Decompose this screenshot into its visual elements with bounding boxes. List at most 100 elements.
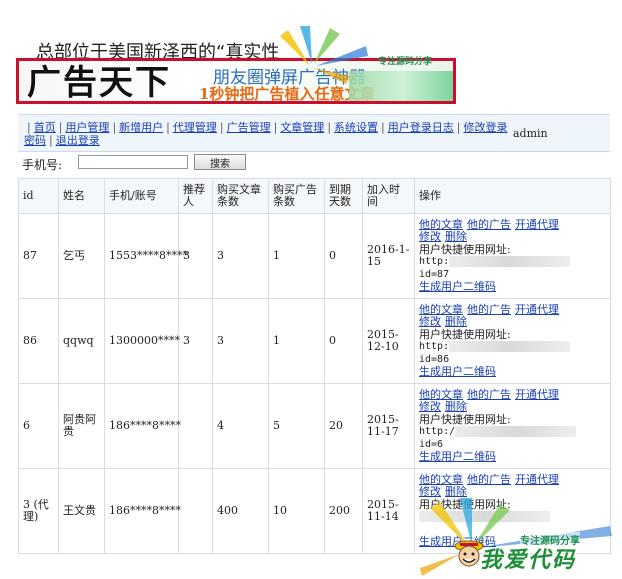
cell-articles: 3 [212,298,269,384]
open-agent-link[interactable]: 开通代理 [515,388,559,401]
nav-sep: | [27,121,31,134]
cell-referrer [178,468,213,554]
cell-id: 86 [18,298,59,384]
cell-days: 0 [324,298,363,384]
watermark-rays-icon [280,26,368,84]
nav-system-settings[interactable]: 系统设置 [334,121,378,134]
table-row: 6 阿贵阿贵 186****8**** 4 5 20 2015-11-17 他的… [18,383,611,469]
cell-days: 0 [324,213,363,299]
cell-articles: 4 [212,383,269,469]
nav-sep: | [456,121,461,134]
his-ads-link[interactable]: 他的广告 [467,473,511,486]
url-id: id=6 [419,438,444,450]
cell-referrer: 3 [178,213,213,299]
nav-sep: | [219,121,224,134]
phone-search-input[interactable] [78,155,188,169]
nav-logout[interactable]: 退出登录 [56,134,100,147]
url-prefix: http: [419,256,450,267]
edit-link[interactable]: 修改 [419,400,441,413]
cell-actions: 他的文章 他的广告 开通代理 修改 删除 用户快捷使用网址: http: id=87 … [414,213,611,299]
delete-link[interactable]: 删除 [445,230,467,243]
cell-days: 20 [324,383,363,469]
nav-agent-management[interactable]: 代理管理 [173,121,217,134]
his-articles-link[interactable]: 他的文章 [419,473,463,486]
nav-sep: | [381,121,385,134]
edit-link[interactable]: 修改 [419,230,441,243]
shortcut-url-label: 用户快捷使用网址: [419,242,511,256]
table-row: 87 乞丐 1553****8**** 3 3 1 0 2016-1-15 他的… [18,213,611,299]
search-label: 手机号: [22,158,63,172]
table-header-row: id 姓名 手机/账号 推荐人 购买文章条数 购买广告条数 到期天数 加入时间 … [18,178,611,214]
nav-article-management[interactable]: 文章管理 [280,121,324,134]
shortcut-url[interactable]: http: id=86 [419,341,606,366]
search-bar: 手机号: 搜索 [22,154,246,173]
cell-joined: 2016-1-15 [362,213,415,299]
cell-days: 200 [324,468,363,554]
generate-qr-link[interactable]: 生成用户二维码 [419,280,496,293]
cell-ads: 1 [268,298,325,384]
nav-sep: | [58,121,63,134]
col-ads: 购买广告条数 [268,178,325,214]
his-articles-link[interactable]: 他的文章 [419,388,463,401]
cell-name: 阿贵阿贵 [58,383,105,469]
shortcut-url[interactable]: http:/ id=6 [419,426,606,451]
col-joined: 加入时间 [362,178,415,214]
cell-ads: 5 [268,383,325,469]
nav-sep: | [327,121,332,134]
his-ads-link[interactable]: 他的广告 [467,218,511,231]
table-row: 86 qqwq 1300000**** 3 3 1 0 2015-12-10 他… [18,298,611,384]
watermark-top-text: 专注源码分享 [378,57,433,67]
col-referrer: 推荐人 [178,178,213,214]
col-actions: 操作 [414,178,611,214]
delete-link[interactable]: 删除 [445,315,467,328]
col-days: 到期天数 [324,178,363,214]
top-nav: | 首页 | 用户管理 | 新增用户 | 代理管理 | 广告管理 | 文章管理 | 系统设置 | 用户登录日志… [18,114,610,152]
shortcut-url[interactable]: http: id=87 [419,256,606,281]
nav-ad-management[interactable]: 广告管理 [227,121,271,134]
cell-name: 乞丐 [58,213,105,299]
his-ads-link[interactable]: 他的广告 [467,303,511,316]
nav-links: | 首页 | 用户管理 | 新增用户 | 代理管理 | 广告管理 | 文章管理 | 系统设置 | 用户登录日志… [24,121,514,147]
search-button[interactable]: 搜索 [194,154,246,170]
url-prefix: http:/ [419,426,456,437]
cell-joined: 2015-11-14 [362,468,415,554]
cell-joined: 2015-11-17 [362,383,415,469]
cell-articles: 400 [212,468,269,554]
cell-id: 87 [18,213,59,299]
nav-user-management[interactable]: 用户管理 [65,121,109,134]
cell-ads: 1 [268,213,325,299]
watermark-bottom-big: 我爱代码 [480,548,577,573]
cell-name: qqwq [58,298,105,384]
nav-sep: | [273,121,278,134]
nav-sep: | [166,121,170,134]
his-ads-link[interactable]: 他的广告 [467,388,511,401]
cell-phone: 186****8**** [104,468,181,554]
cell-actions: 他的文章 他的广告 开通代理 修改 删除 用户快捷使用网址: http:/ id=6 … [414,383,611,469]
url-prefix: http: [419,341,450,352]
col-id: id [18,178,59,214]
open-agent-link[interactable]: 开通代理 [515,473,559,486]
cell-id: 3 (代理) [18,468,59,554]
his-articles-link[interactable]: 他的文章 [419,303,463,316]
nav-login-log[interactable]: 用户登录日志 [388,121,454,134]
his-articles-link[interactable]: 他的文章 [419,218,463,231]
col-name: 姓名 [58,178,105,214]
edit-link[interactable]: 修改 [419,315,441,328]
open-agent-link[interactable]: 开通代理 [515,303,559,316]
cell-referrer: 3 [178,298,213,384]
generate-qr-link[interactable]: 生成用户二维码 [419,365,496,378]
cell-articles: 3 [212,213,269,299]
cell-actions: 他的文章 他的广告 开通代理 修改 删除 用户快捷使用网址: http: id=86 … [414,298,611,384]
edit-link[interactable]: 修改 [419,485,441,498]
generate-qr-link[interactable]: 生成用户二维码 [419,450,496,463]
watermark-bottom: 专注源码分享 我爱代码 [420,498,620,578]
open-agent-link[interactable]: 开通代理 [515,218,559,231]
col-phone: 手机/账号 [104,178,179,214]
nav-home[interactable]: 首页 [34,121,56,134]
delete-link[interactable]: 删除 [445,400,467,413]
url-id: id=87 [419,268,450,280]
url-blurred [449,256,570,267]
nav-sep: | [112,121,117,134]
delete-link[interactable]: 删除 [445,485,467,498]
nav-add-user[interactable]: 新增用户 [119,121,163,134]
